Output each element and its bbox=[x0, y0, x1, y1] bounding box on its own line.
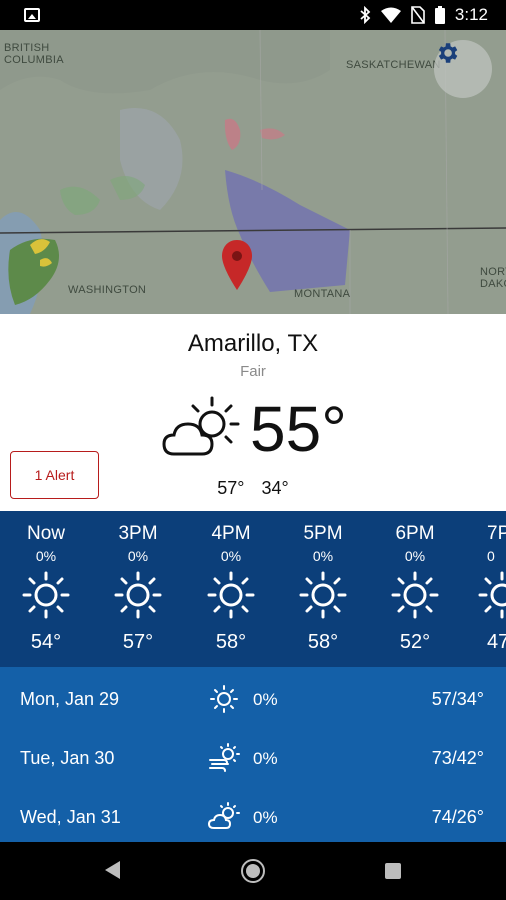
hour-temp: 52° bbox=[399, 631, 431, 653]
map-graphics bbox=[0, 30, 506, 314]
radar-map[interactable]: BRITISH COLUMBIA SASKATCHEWAN WASHINGTON… bbox=[0, 30, 506, 314]
hour-precip: 0% bbox=[312, 548, 334, 564]
day-date: Wed, Jan 31 bbox=[20, 807, 121, 827]
sun-icon bbox=[114, 571, 162, 619]
daily-row[interactable]: Tue, Jan 30 0% 73/42° bbox=[0, 728, 506, 786]
condition-text: Fair bbox=[240, 363, 266, 380]
high-low: 57° 34° bbox=[0, 478, 506, 499]
bluetooth-icon bbox=[360, 6, 371, 24]
sun-icon bbox=[299, 571, 347, 619]
navigation-bar bbox=[0, 842, 506, 900]
hour-label: 6PM bbox=[395, 523, 435, 544]
hour-temp: 57° bbox=[122, 631, 154, 653]
daily-row[interactable]: Wed, Jan 31 0% 74/26° bbox=[0, 787, 506, 845]
map-label-british-columbia: BRITISH COLUMBIA bbox=[4, 42, 64, 66]
hourly-item[interactable]: 5PM 0% 58° bbox=[288, 511, 358, 654]
day-precip: 0% bbox=[253, 749, 278, 768]
image-icon bbox=[24, 8, 40, 22]
gear-icon bbox=[438, 43, 458, 63]
sun-icon bbox=[22, 571, 70, 619]
day-precip: 0% bbox=[253, 808, 278, 827]
day-precip: 0% bbox=[253, 690, 278, 709]
daily-row[interactable]: Mon, Jan 29 0% 57/34° bbox=[0, 669, 506, 727]
sun-icon bbox=[210, 685, 238, 713]
day-temps: 57/34° bbox=[431, 689, 484, 709]
hourly-item[interactable]: 6PM 0% 52° bbox=[380, 511, 450, 654]
map-label-north-dakota: NORT DAKO bbox=[480, 266, 506, 290]
hour-temp: 47 bbox=[487, 631, 506, 653]
hour-label: 7P bbox=[487, 523, 506, 544]
settings-button[interactable] bbox=[434, 40, 492, 98]
wifi-icon bbox=[380, 7, 401, 23]
hourly-item[interactable]: 4PM 0% 58° bbox=[196, 511, 266, 654]
map-label-washington: WASHINGTON bbox=[68, 284, 147, 296]
hourly-item[interactable]: Now 0% 54° bbox=[11, 511, 81, 654]
no-sim-icon bbox=[411, 6, 425, 24]
map-label-saskatchewan: SASKATCHEWAN bbox=[346, 59, 441, 71]
status-icons: 3:12 bbox=[359, 5, 488, 25]
sun-icon bbox=[478, 571, 506, 619]
day-temps: 73/42° bbox=[431, 748, 484, 768]
hour-precip: 0% bbox=[220, 548, 242, 564]
battery-icon bbox=[434, 6, 445, 24]
daily-forecast: Mon, Jan 29 0% 57/34° Tue, Jan 30 0% 73/… bbox=[0, 667, 506, 842]
day-date: Mon, Jan 29 bbox=[20, 689, 120, 709]
hour-label: 3PM bbox=[118, 523, 158, 544]
hour-precip: 0% bbox=[127, 548, 149, 564]
hour-label: 5PM bbox=[303, 523, 343, 544]
home-icon[interactable] bbox=[241, 859, 265, 883]
hour-label: Now bbox=[26, 523, 65, 544]
location-pin-icon[interactable] bbox=[222, 240, 252, 292]
hourly-forecast[interactable]: Now 0% 54° 3PM 0% 57° 4PM 0% 58° 5PM 0% … bbox=[0, 511, 506, 667]
city-name[interactable]: Amarillo, TX bbox=[0, 330, 506, 358]
hour-precip: 0 bbox=[487, 548, 495, 564]
recent-apps-icon[interactable] bbox=[385, 863, 401, 879]
windy-sun-icon bbox=[209, 743, 240, 772]
day-temps: 74/26° bbox=[431, 807, 484, 827]
partly-cloudy-icon bbox=[208, 802, 240, 829]
status-bar: 3:12 bbox=[0, 0, 506, 30]
hour-precip: 0% bbox=[35, 548, 57, 564]
hour-label: 4PM bbox=[211, 523, 251, 544]
high-temp: 57° bbox=[217, 478, 245, 498]
current-conditions: Amarillo, TX Fair 55° 1 Alert 57° 34° bbox=[0, 314, 506, 511]
low-temp: 34° bbox=[261, 478, 289, 498]
hour-precip: 0% bbox=[404, 548, 426, 564]
status-time: 3:12 bbox=[454, 5, 488, 24]
sun-icon bbox=[207, 571, 255, 619]
partly-cloudy-icon bbox=[162, 396, 240, 456]
sun-icon bbox=[391, 571, 439, 619]
hourly-item[interactable]: 3PM 0% 57° bbox=[103, 511, 173, 654]
back-icon[interactable] bbox=[105, 861, 120, 879]
hour-temp: 58° bbox=[307, 631, 339, 653]
hour-temp: 54° bbox=[30, 631, 62, 653]
hour-temp: 58° bbox=[215, 631, 247, 653]
current-temperature: 55° bbox=[250, 393, 347, 465]
map-label-montana: MONTANA bbox=[294, 288, 351, 300]
hourly-item[interactable]: 7P 0 47 bbox=[472, 511, 506, 654]
day-date: Tue, Jan 30 bbox=[20, 748, 115, 768]
